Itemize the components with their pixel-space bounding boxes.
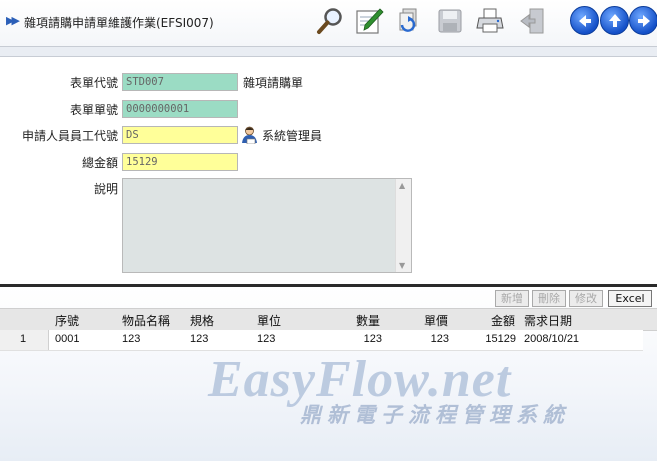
row-number: 1 <box>20 333 27 345</box>
col-header-amount[interactable]: 金額 <box>491 312 515 329</box>
previous-icon <box>578 14 591 27</box>
cell-seq: 0001 <box>55 333 80 345</box>
applicant-name: 系統管理員 <box>262 129 323 143</box>
form-code-description: 雜項請購單 <box>243 76 304 90</box>
save-button[interactable] <box>434 5 466 37</box>
toolbar: ▶▶ 雜項請購申請單維護作業(EFSI007) <box>0 0 657 46</box>
delete-row-button[interactable]: 刪除 <box>532 290 566 307</box>
previous-button[interactable] <box>570 6 599 35</box>
col-header-seq[interactable]: 序號 <box>55 312 79 329</box>
modify-row-button[interactable]: 修改 <box>569 290 603 307</box>
page-title: 雜項請購申請單維護作業(EFSI007) <box>24 16 214 30</box>
user-lookup-icon[interactable] <box>241 125 258 145</box>
total-amount-field[interactable]: 15129 <box>122 153 238 171</box>
applicant-label: 申請人員員工代號 <box>21 129 118 143</box>
exit-icon <box>520 8 544 34</box>
refresh-icon <box>399 8 417 32</box>
col-header-price[interactable]: 單價 <box>424 312 448 329</box>
excel-export-button[interactable]: Excel <box>608 290 652 307</box>
cell-qty: 123 <box>363 333 382 345</box>
form-number-field[interactable]: 0000000001 <box>122 100 238 118</box>
form-code-label: 表單代號 <box>69 76 118 90</box>
divider <box>0 46 657 57</box>
next-icon <box>637 14 650 27</box>
next-button[interactable] <box>629 6 657 35</box>
cell-item: 123 <box>122 333 141 345</box>
search-icon <box>317 8 342 34</box>
add-row-button[interactable]: 新增 <box>495 290 529 307</box>
save-icon <box>438 9 462 33</box>
edit-icon <box>356 8 384 34</box>
total-amount-label: 總金額 <box>81 156 118 170</box>
refresh-button[interactable] <box>393 5 425 37</box>
cell-amount: 15129 <box>485 333 516 345</box>
scroll-down-icon[interactable]: ▼ <box>399 261 405 270</box>
up-button[interactable] <box>600 6 629 35</box>
search-button[interactable] <box>314 5 346 37</box>
double-arrow-icon: ▶▶ <box>6 14 20 27</box>
note-label: 說明 <box>93 182 118 196</box>
print-button[interactable] <box>474 5 506 37</box>
detail-grid: EasyFlow.net 鼎新電子流程管理系統 新增 刪除 修改 Excel 序… <box>0 287 657 461</box>
form-number-label: 表單單號 <box>69 103 118 117</box>
exit-button[interactable] <box>516 5 548 37</box>
col-header-date[interactable]: 需求日期 <box>524 312 572 329</box>
col-header-qty[interactable]: 數量 <box>356 312 380 329</box>
print-icon <box>476 8 504 33</box>
cell-date: 2008/10/21 <box>524 333 580 345</box>
scroll-up-icon[interactable]: ▲ <box>399 181 405 190</box>
up-icon <box>608 13 621 27</box>
col-header-unit[interactable]: 單位 <box>257 312 281 329</box>
cell-unit: 123 <box>257 333 276 345</box>
note-scrollbar[interactable]: ▲ ▼ <box>395 179 411 272</box>
col-header-item[interactable]: 物品名稱 <box>122 312 170 329</box>
watermark-subtitle: 鼎新電子流程管理系統 <box>300 403 570 427</box>
note-textarea[interactable]: ▲ ▼ <box>122 178 412 273</box>
col-header-spec[interactable]: 規格 <box>190 312 214 329</box>
cell-spec: 123 <box>190 333 209 345</box>
edit-button[interactable] <box>353 5 385 37</box>
form-code-field[interactable]: STD007 <box>122 73 238 91</box>
cell-price: 123 <box>430 333 449 345</box>
grid-header: 序號 物品名稱 規格 單位 數量 單價 金額 需求日期 <box>0 308 657 331</box>
applicant-field[interactable]: DS <box>122 126 238 144</box>
table-row[interactable]: 1 0001 123 123 123 123 123 15129 2008/10… <box>0 330 643 351</box>
